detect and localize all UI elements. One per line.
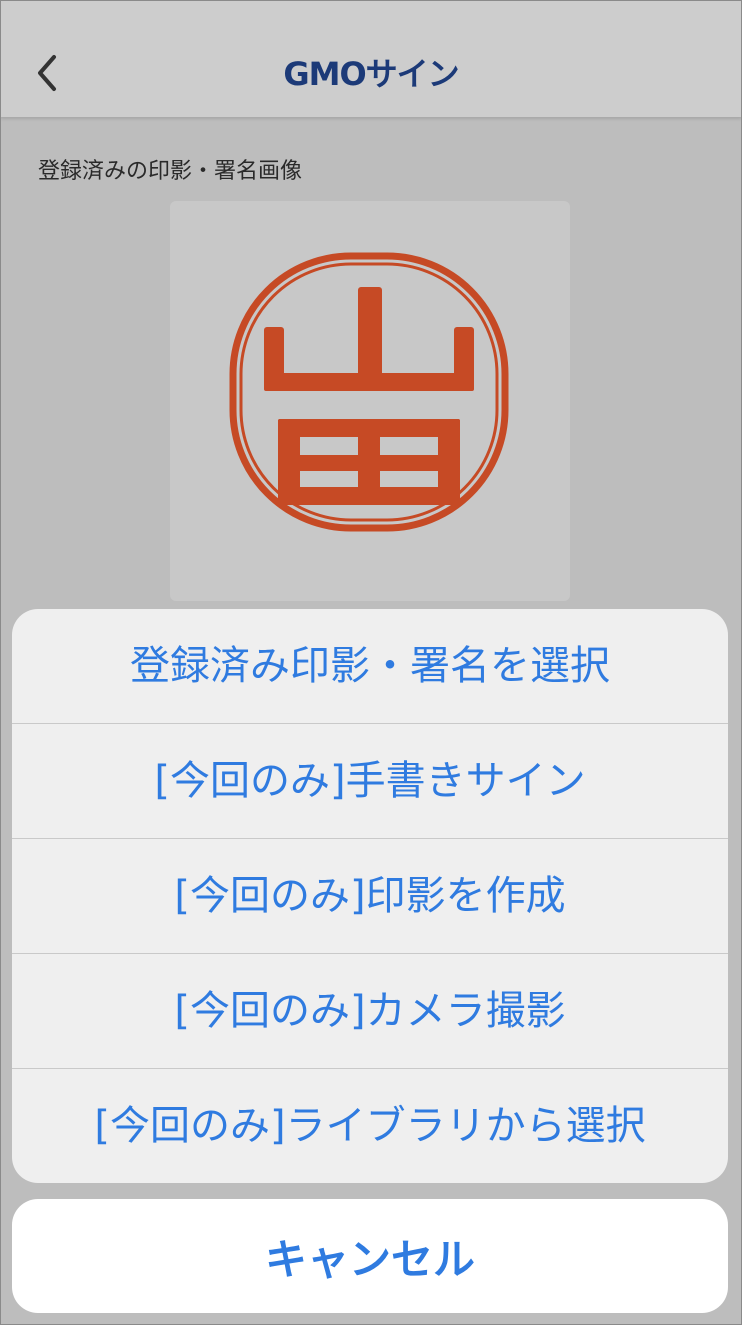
section-label: 登録済みの印影・署名画像 [38,159,303,184]
camera-capture-button[interactable]: [今回のみ]カメラ撮影 [12,954,728,1069]
seal-stamp-image [229,252,509,532]
app-header: GMOサイン [0,0,742,117]
stamp-preview [170,201,570,601]
select-registered-seal-button[interactable]: 登録済み印影・署名を選択 [12,609,728,724]
create-seal-button[interactable]: [今回のみ]印影を作成 [12,839,728,954]
app-logo: GMOサイン [283,55,459,93]
select-from-library-button[interactable]: [今回のみ]ライブラリから選択 [12,1069,728,1183]
cancel-button[interactable]: キャンセル [12,1199,728,1313]
action-sheet: 登録済み印影・署名を選択 [今回のみ]手書きサイン [今回のみ]印影を作成 [今… [12,609,728,1183]
handwritten-sign-button[interactable]: [今回のみ]手書きサイン [12,724,728,839]
